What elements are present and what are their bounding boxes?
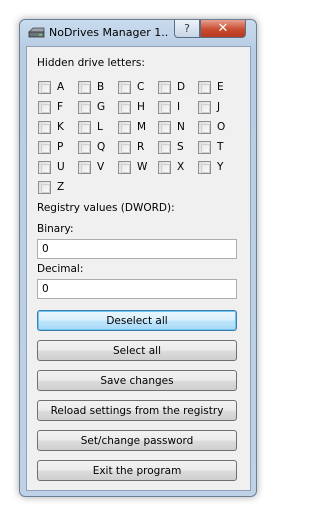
checkbox-drive-f[interactable] (38, 101, 51, 114)
drive-i-label: I (177, 101, 181, 113)
drive-c-label: C (137, 81, 145, 93)
checkbox-drive-t[interactable] (198, 141, 211, 154)
help-button[interactable]: ? (174, 20, 200, 38)
checkbox-drive-w[interactable] (118, 161, 131, 174)
checkbox-drive-q[interactable] (78, 141, 91, 154)
checkbox-drive-k[interactable] (38, 121, 51, 134)
drive-j-label: J (217, 101, 221, 113)
drive-l-label: L (97, 121, 103, 133)
drive-h-label: H (137, 101, 145, 113)
binary-label: Binary: (37, 223, 74, 235)
checkbox-drive-b[interactable] (78, 81, 91, 94)
drive-v-label: V (97, 161, 105, 173)
checkbox-drive-c[interactable] (118, 81, 131, 94)
drive-z-label: Z (57, 181, 65, 193)
checkbox-drive-x[interactable] (158, 161, 171, 174)
checkbox-drive-z[interactable] (38, 181, 51, 194)
checkbox-drive-i[interactable] (158, 101, 171, 114)
binary-field[interactable]: 0 (37, 239, 237, 259)
close-button[interactable]: ✕ (200, 20, 246, 38)
main-panel: Hidden drive letters: A B C D E F G H I … (26, 46, 251, 491)
checkbox-drive-d[interactable] (158, 81, 171, 94)
drive-u-label: U (57, 161, 65, 173)
drive-p-label: P (57, 141, 64, 153)
checkbox-drive-m[interactable] (118, 121, 131, 134)
drive-f-label: F (57, 101, 64, 113)
drive-m-label: M (137, 121, 147, 133)
select-all-button[interactable]: Select all (37, 340, 237, 361)
checkbox-drive-v[interactable] (78, 161, 91, 174)
drive-s-label: S (177, 141, 184, 153)
window-title: NoDrives Manager 1.... (49, 26, 169, 39)
checkbox-drive-y[interactable] (198, 161, 211, 174)
checkbox-drive-a[interactable] (38, 81, 51, 94)
checkbox-drive-l[interactable] (78, 121, 91, 134)
drive-r-label: R (137, 141, 145, 153)
drive-k-label: K (57, 121, 64, 133)
drive-icon (28, 27, 45, 38)
checkbox-drive-g[interactable] (78, 101, 91, 114)
checkbox-drive-j[interactable] (198, 101, 211, 114)
checkbox-drive-o[interactable] (198, 121, 211, 134)
drive-d-label: D (177, 81, 186, 93)
hidden-drives-label: Hidden drive letters: (37, 57, 145, 69)
drive-x-label: X (177, 161, 185, 173)
drive-q-label: Q (97, 141, 106, 153)
title-bar[interactable]: NoDrives Manager 1.... ? ✕ (20, 20, 256, 46)
app-window: NoDrives Manager 1.... ? ✕ Hidden drive … (19, 19, 257, 497)
reload-settings-button[interactable]: Reload settings from the registry (37, 400, 237, 421)
checkbox-drive-r[interactable] (118, 141, 131, 154)
drive-a-label: A (57, 81, 65, 93)
drive-g-label: G (97, 101, 106, 113)
checkbox-drive-s[interactable] (158, 141, 171, 154)
drive-o-label: O (217, 121, 226, 133)
registry-values-label: Registry values (DWORD): (37, 202, 175, 214)
checkbox-drive-n[interactable] (158, 121, 171, 134)
decimal-field[interactable]: 0 (37, 279, 237, 299)
drive-y-label: Y (217, 161, 224, 173)
drive-n-label: N (177, 121, 185, 133)
save-changes-button[interactable]: Save changes (37, 370, 237, 391)
checkbox-drive-h[interactable] (118, 101, 131, 114)
checkbox-drive-p[interactable] (38, 141, 51, 154)
checkbox-drive-u[interactable] (38, 161, 51, 174)
decimal-label: Decimal: (37, 263, 84, 275)
drive-w-label: W (137, 161, 148, 173)
exit-button[interactable]: Exit the program (37, 460, 237, 481)
set-password-button[interactable]: Set/change password (37, 430, 237, 451)
checkbox-drive-e[interactable] (198, 81, 211, 94)
deselect-all-button[interactable]: Deselect all (37, 310, 237, 331)
drive-t-label: T (217, 141, 224, 153)
drive-e-label: E (217, 81, 224, 93)
drive-b-label: B (97, 81, 105, 93)
